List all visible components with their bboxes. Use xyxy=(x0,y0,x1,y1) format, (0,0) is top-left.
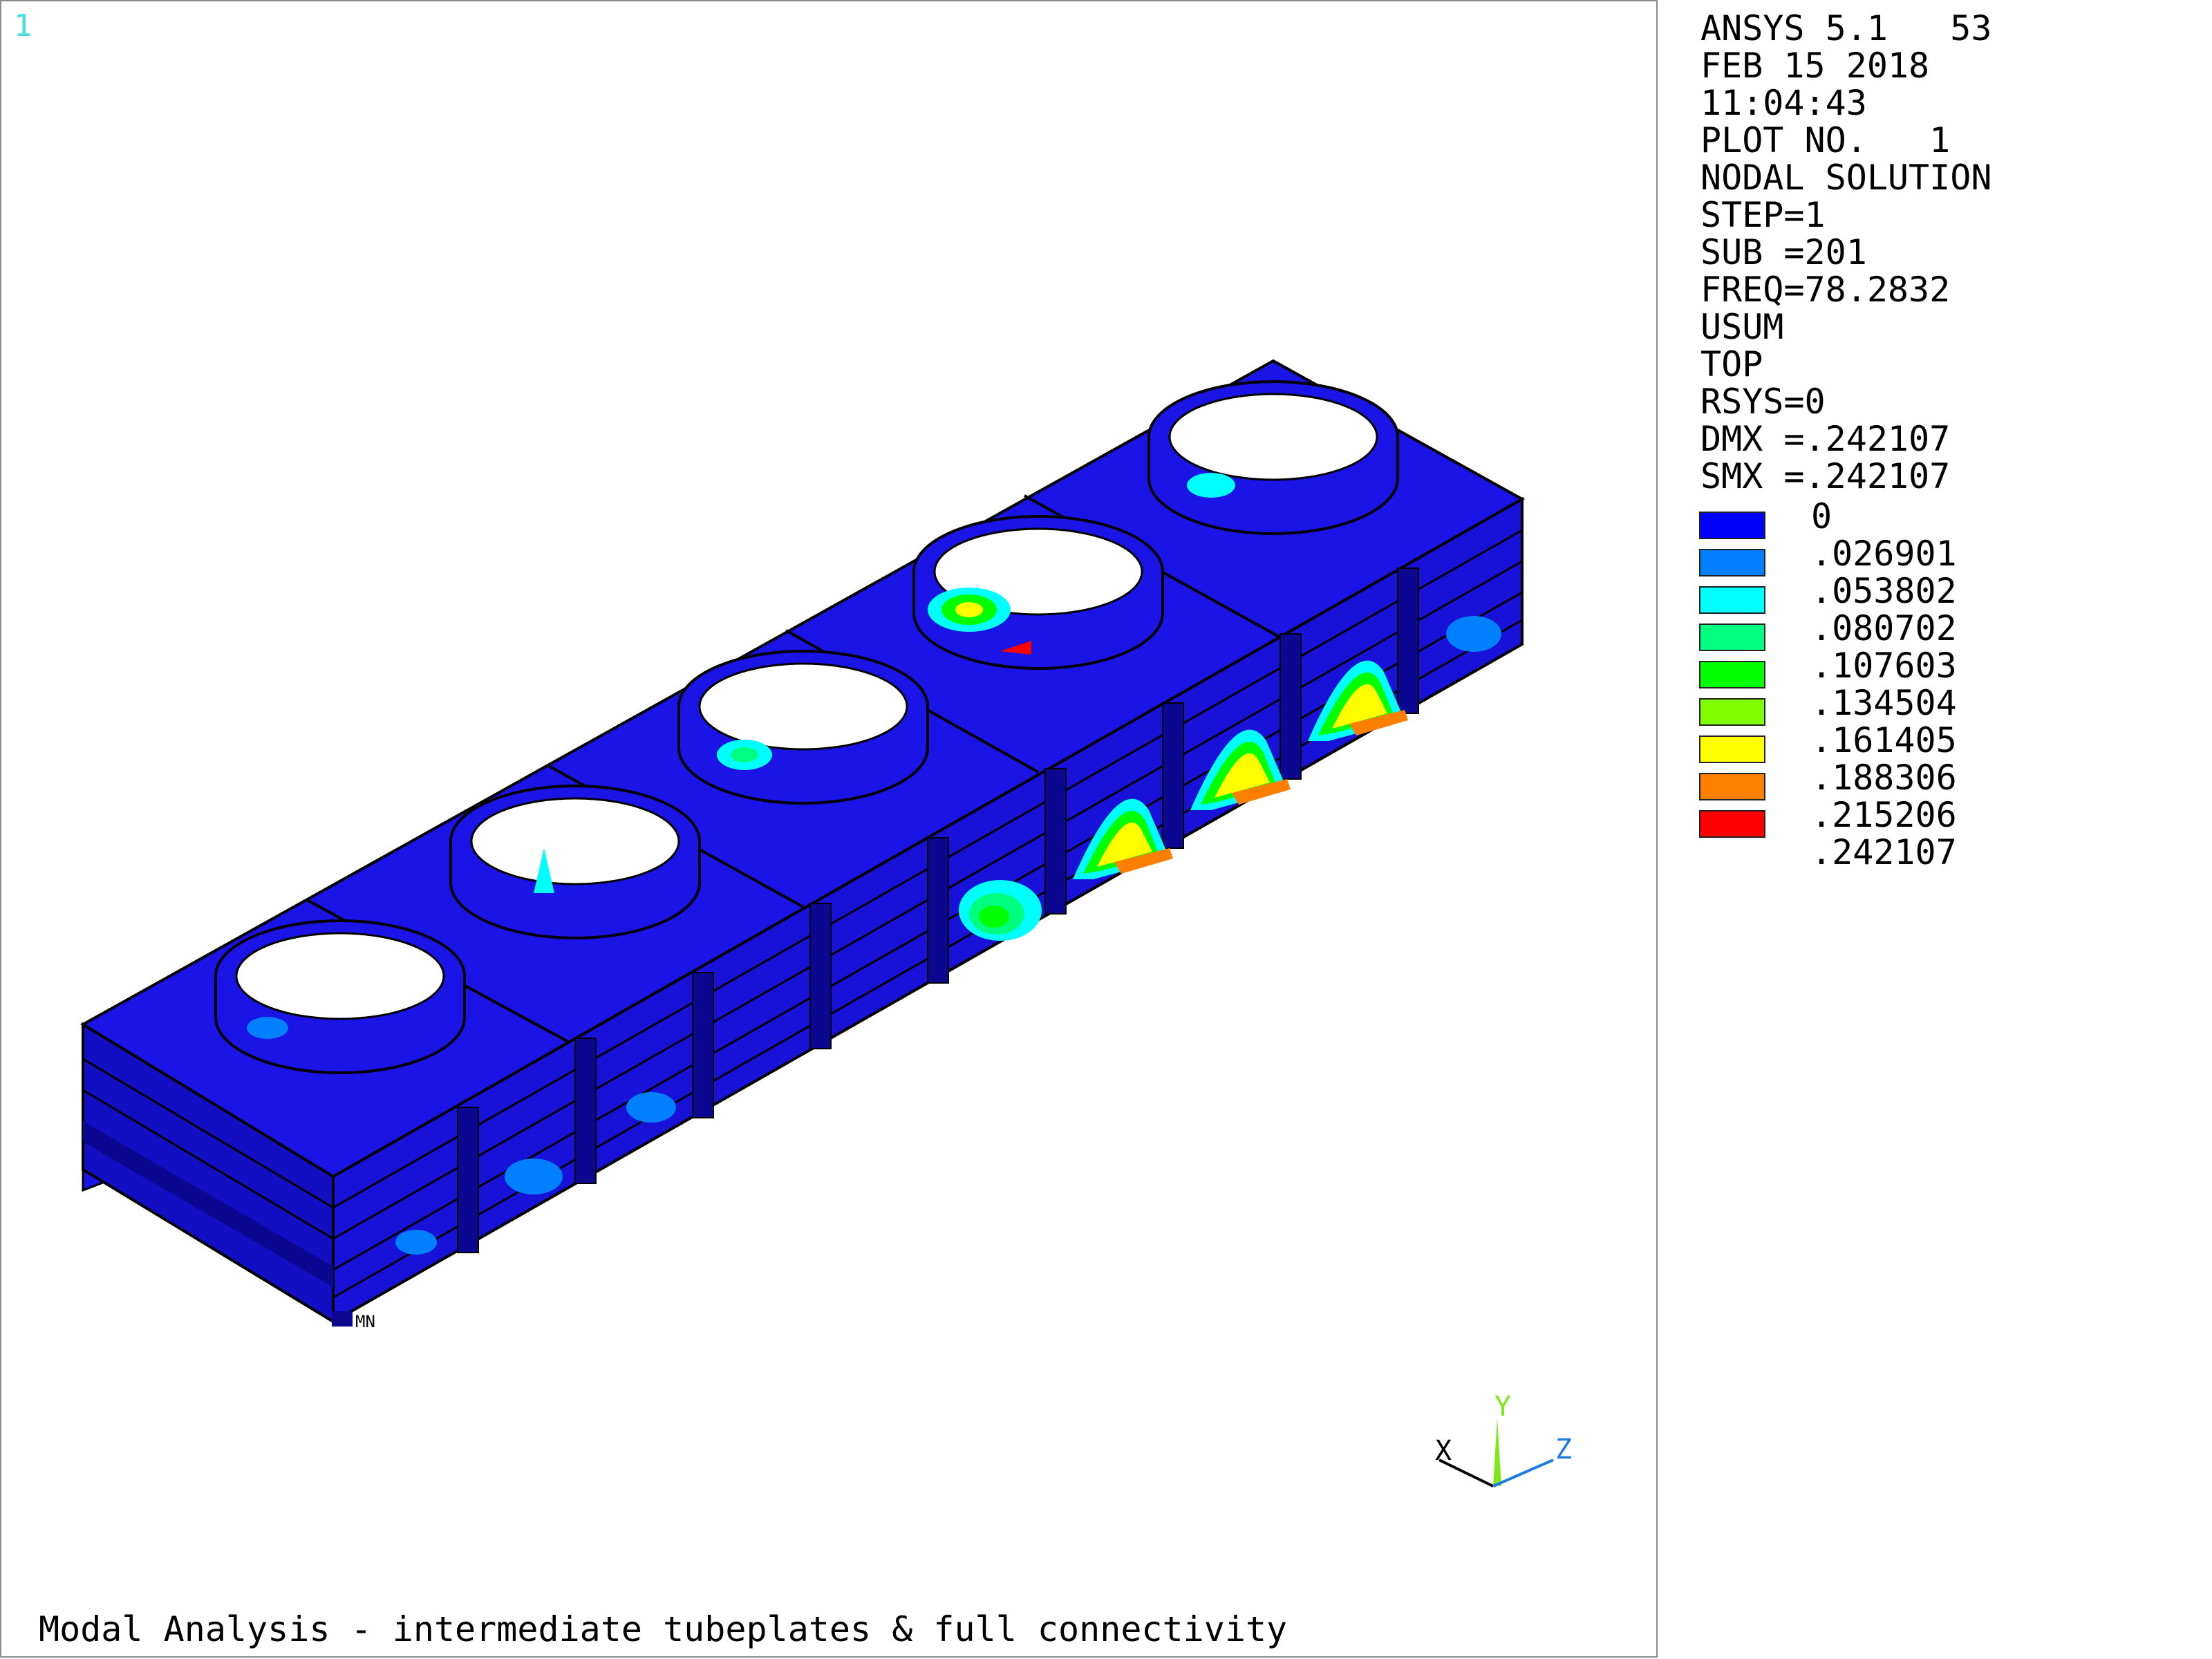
z-axis-line xyxy=(1492,1459,1554,1488)
legend-swatch xyxy=(1699,512,1765,539)
model-plot: MN xyxy=(80,359,1526,1331)
legend-swatch xyxy=(1699,735,1765,763)
legend-value: .161405 xyxy=(1811,720,1957,760)
legend-swatch xyxy=(1699,773,1765,800)
fan-ring xyxy=(449,785,701,939)
legend-value: .134504 xyxy=(1811,683,1957,723)
status-line: SUB =201 xyxy=(1700,232,1867,272)
legend-value: .215206 xyxy=(1811,795,1957,835)
status-line: 11:04:43 xyxy=(1700,83,1867,123)
bulge xyxy=(626,1092,676,1123)
bulge xyxy=(1446,616,1501,652)
fan-ring xyxy=(214,919,466,1074)
legend-value: .107603 xyxy=(1811,646,1957,686)
bulge xyxy=(395,1230,437,1255)
status-line: ANSYS 5.1 53 xyxy=(1700,8,1992,48)
status-line: STEP=1 xyxy=(1700,195,1826,235)
bulge xyxy=(505,1159,563,1194)
status-line: FEB 15 2018 xyxy=(1700,46,1930,86)
y-axis-line xyxy=(1493,1418,1501,1486)
bulge xyxy=(959,880,1042,941)
status-line: SMX =.242107 xyxy=(1700,456,1951,496)
fan-ring xyxy=(1147,380,1399,535)
y-axis-label: Y xyxy=(1494,1391,1511,1423)
legend-swatch xyxy=(1699,661,1765,688)
node-marker: MN xyxy=(332,1311,375,1331)
legend-swatch xyxy=(1699,549,1765,577)
status-line: RSYS=0 xyxy=(1700,382,1826,422)
status-line: TOP xyxy=(1700,344,1763,384)
status-line: NODAL SOLUTION xyxy=(1700,158,1992,198)
legend-swatch xyxy=(1699,698,1765,726)
z-axis-label: Z xyxy=(1555,1434,1572,1465)
status-line: DMX =.242107 xyxy=(1700,419,1951,459)
legend-value: .026901 xyxy=(1811,534,1957,574)
plot-title: Modal Analysis - intermediate tubeplates… xyxy=(39,1609,1288,1649)
fan-ring xyxy=(912,515,1164,670)
status-panel: ANSYS 5.1 53 FEB 15 2018 11:04:43 PLOT NO. … xyxy=(1666,0,2205,1659)
status-line: USUM xyxy=(1700,307,1784,347)
legend-swatch xyxy=(1699,810,1765,838)
legend-swatch xyxy=(1699,624,1765,651)
status-line: PLOT NO. 1 xyxy=(1700,120,1951,160)
legend-swatch xyxy=(1699,586,1765,614)
fan-ring xyxy=(677,650,929,805)
graphics-viewport[interactable]: 1 MN X Y Z Modal Analysis - intermediate… xyxy=(0,0,1658,1658)
x-axis-label: X xyxy=(1435,1435,1452,1467)
axis-triad: X Y Z xyxy=(1435,1391,1572,1488)
legend-value: .053802 xyxy=(1811,571,1957,611)
status-line: FREQ=78.2832 xyxy=(1700,270,1951,310)
legend-value: .242107 xyxy=(1811,832,1957,872)
legend-min-label: 0 xyxy=(1811,496,1833,536)
node-marker-label: MN xyxy=(355,1312,375,1331)
legend-value: .188306 xyxy=(1811,758,1957,798)
legend-value: .080702 xyxy=(1811,608,1957,648)
